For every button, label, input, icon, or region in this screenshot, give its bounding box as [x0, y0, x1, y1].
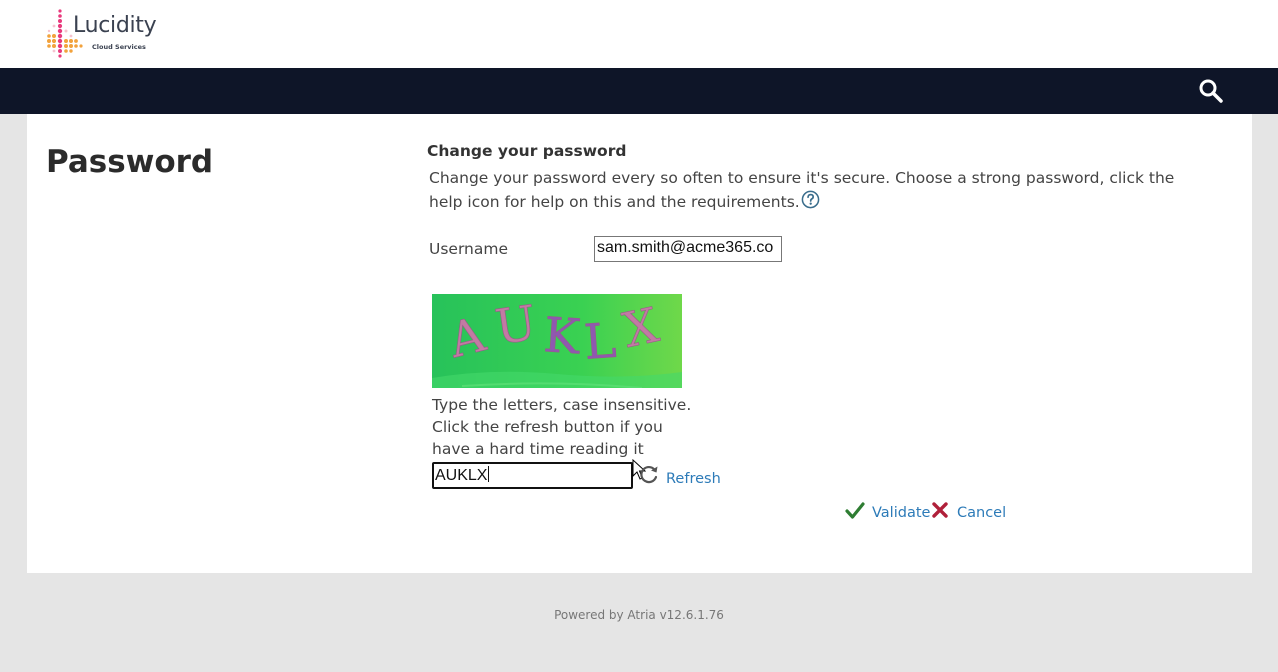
captcha-instructions: Type the letters, case insensitive. Clic… [432, 396, 692, 458]
help-icon[interactable] [801, 190, 820, 209]
top-navbar [0, 68, 1278, 114]
refresh-icon[interactable] [638, 463, 660, 485]
search-icon[interactable] [1198, 78, 1224, 104]
svg-text:U: U [492, 295, 540, 356]
checkmark-icon[interactable] [845, 502, 865, 520]
captcha-input-value: AUKLX [435, 467, 488, 484]
captcha-image: A U K L X [432, 294, 682, 388]
text-caret [488, 466, 490, 482]
section-title: Change your password [427, 142, 627, 160]
logo-wordmark: Lucidity [73, 13, 157, 38]
description-text: Change your password every so often to e… [429, 166, 1189, 214]
cancel-button[interactable]: Cancel [957, 505, 1006, 521]
svg-text:K: K [542, 307, 583, 365]
svg-text:L: L [582, 313, 618, 371]
validate-button[interactable]: Validate [872, 505, 930, 521]
footer-text: Powered by Atria v12.6.1.76 [554, 608, 724, 622]
page-title: Password [46, 144, 214, 180]
username-field[interactable]: sam.smith@acme365.co [594, 236, 782, 262]
close-icon[interactable] [932, 502, 948, 518]
refresh-link[interactable]: Refresh [666, 471, 721, 487]
captcha-input[interactable]: AUKLX [432, 462, 633, 489]
username-label: Username [429, 240, 509, 258]
site-header: Lucidity Cloud Services [0, 0, 1278, 68]
logo-tagline: Cloud Services [92, 43, 146, 51]
lucidity-logo[interactable]: Lucidity Cloud Services [44, 7, 174, 61]
